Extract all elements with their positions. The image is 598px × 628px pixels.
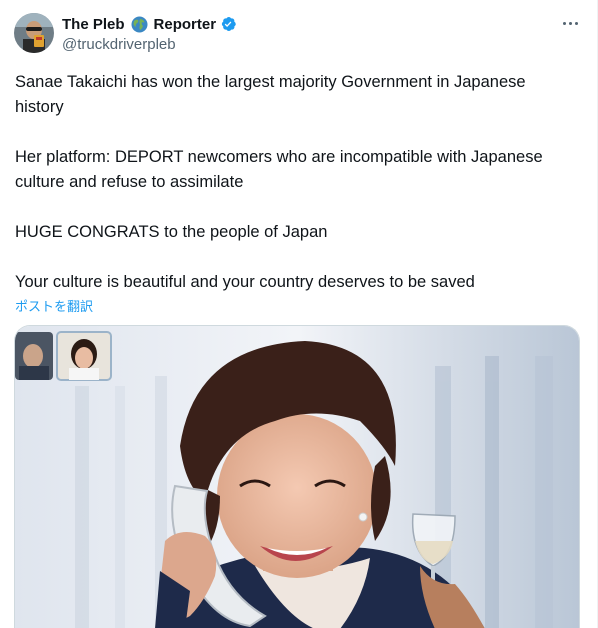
tweet-paragraph-3: HUGE CONGRATS to the people of Japan bbox=[15, 223, 328, 241]
tweet-text: Sanae Takaichi has won the largest major… bbox=[15, 70, 575, 295]
tweet-paragraph-1: Sanae Takaichi has won the largest major… bbox=[15, 73, 526, 116]
author-display-name-part2[interactable]: Reporter bbox=[154, 16, 217, 33]
author-handle[interactable]: @truckdriverpleb bbox=[62, 36, 176, 53]
more-dot-icon bbox=[562, 21, 566, 25]
more-dot-icon bbox=[568, 21, 572, 25]
media-photo-illustration bbox=[15, 326, 579, 628]
tweet-paragraph-4: Your culture is beautiful and your count… bbox=[15, 273, 475, 291]
tweet: The Pleb Reporter @truckdriverpleb Sanae… bbox=[0, 0, 598, 628]
translate-post-link[interactable]: ポストを翻訳 bbox=[15, 296, 93, 315]
author-avatar[interactable] bbox=[14, 13, 54, 53]
author-name-row[interactable]: The Pleb Reporter bbox=[62, 14, 237, 34]
globe-emoji-icon bbox=[131, 16, 148, 33]
more-options-button[interactable] bbox=[556, 12, 584, 34]
verified-badge-icon[interactable] bbox=[219, 15, 237, 33]
author-display-name-part1[interactable]: The Pleb bbox=[62, 16, 125, 33]
more-dot-icon bbox=[574, 21, 578, 25]
tweet-media-image[interactable] bbox=[14, 325, 580, 628]
tweet-paragraph-2: Her platform: DEPORT newcomers who are i… bbox=[15, 148, 543, 191]
